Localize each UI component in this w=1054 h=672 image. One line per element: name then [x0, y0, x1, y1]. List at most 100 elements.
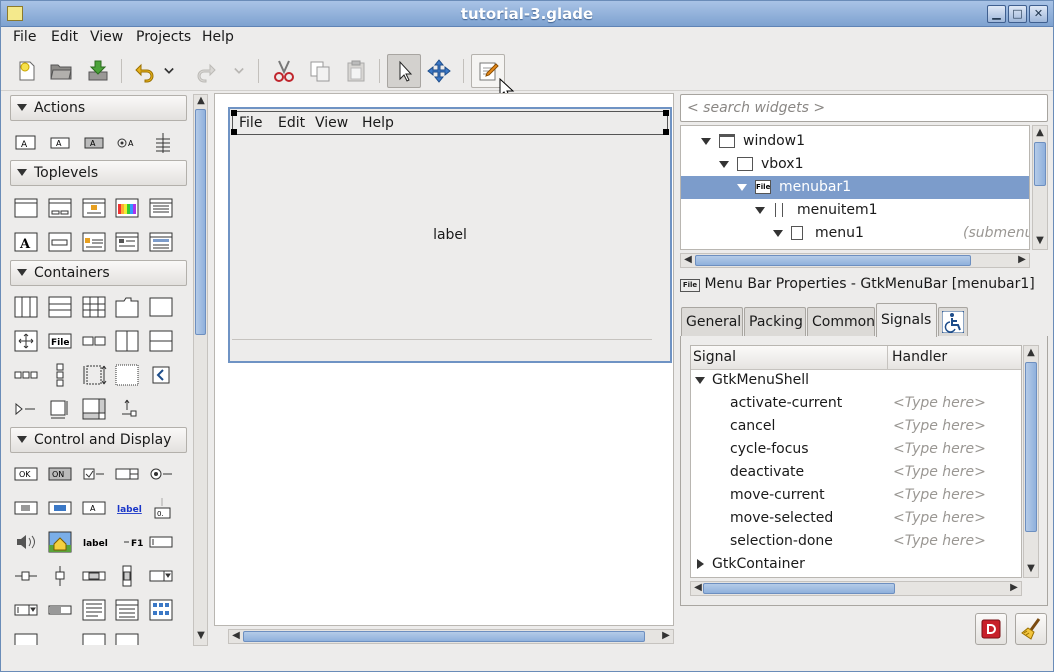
- window-widget-icon[interactable]: [13, 196, 39, 220]
- action-group-icon[interactable]: [150, 131, 176, 155]
- notebook-icon[interactable]: [114, 295, 140, 319]
- toggle-button-icon[interactable]: ON: [47, 462, 73, 486]
- message-dialog-icon[interactable]: [81, 230, 107, 254]
- assistant-icon[interactable]: [148, 230, 174, 254]
- tab-common[interactable]: Common: [807, 307, 875, 336]
- scale-button-icon[interactable]: 0.: [148, 496, 174, 520]
- maximize-button[interactable]: □: [1008, 5, 1027, 23]
- file-chooser-dialog-icon[interactable]: [148, 196, 174, 220]
- fixed-icon[interactable]: [13, 329, 39, 353]
- tree-row-menubar1[interactable]: File menubar1: [681, 176, 1029, 199]
- color-button-icon[interactable]: [47, 496, 73, 520]
- drag-resize-button[interactable]: [422, 54, 456, 88]
- clear-button[interactable]: [1015, 613, 1047, 645]
- layout-icon[interactable]: [81, 363, 107, 387]
- font-button-icon[interactable]: A: [81, 496, 107, 520]
- design-hscrollbar[interactable]: ◀ ▶: [228, 629, 674, 644]
- design-menu-edit[interactable]: Edit: [278, 115, 305, 131]
- menu-edit[interactable]: Edit: [51, 29, 78, 45]
- vscrollbar-icon[interactable]: [114, 564, 140, 588]
- new-button[interactable]: [10, 54, 44, 88]
- selection-handle[interactable]: [231, 110, 237, 116]
- signal-row[interactable]: move-selected <Type here>: [691, 508, 1021, 531]
- about-dialog-icon[interactable]: [81, 196, 107, 220]
- combo-entry-icon[interactable]: [13, 598, 39, 622]
- button-widget-icon[interactable]: OK: [13, 462, 39, 486]
- tree-row-vbox1[interactable]: vbox1: [681, 153, 1029, 176]
- signal-row[interactable]: cancel <Type here>: [691, 416, 1021, 439]
- handler-cell[interactable]: <Type here>: [893, 395, 986, 411]
- selection-handle[interactable]: [231, 129, 237, 135]
- redo-button[interactable]: [189, 54, 223, 88]
- tab-general[interactable]: General: [681, 307, 743, 336]
- spin-button-icon[interactable]: [114, 462, 140, 486]
- ruler-icon[interactable]: [114, 632, 140, 645]
- tree-view-icon[interactable]: [114, 598, 140, 622]
- signals-vscrollbar[interactable]: ▲ ▼: [1023, 345, 1039, 578]
- cell-view-icon[interactable]: [81, 632, 107, 645]
- hbox-icon[interactable]: [13, 295, 39, 319]
- column-handler[interactable]: Handler: [887, 346, 947, 370]
- recent-chooser-dialog-icon[interactable]: [114, 230, 140, 254]
- text-view-icon[interactable]: [81, 598, 107, 622]
- signal-row[interactable]: selection-done <Type here>: [691, 531, 1021, 554]
- selection-handle[interactable]: [663, 110, 669, 116]
- design-menu-view[interactable]: View: [315, 115, 348, 131]
- expander-icon[interactable]: [13, 397, 39, 421]
- design-menubar1[interactable]: File Edit View Help: [232, 111, 668, 135]
- vbutton-box-icon[interactable]: [47, 363, 73, 387]
- vscale-icon[interactable]: [47, 564, 73, 588]
- menu-help[interactable]: Help: [202, 29, 234, 45]
- input-dialog-icon[interactable]: [47, 230, 73, 254]
- title-bar[interactable]: tutorial-3.glade ▁ □ ✕: [1, 1, 1053, 27]
- recent-action-icon[interactable]: A: [114, 131, 140, 155]
- tab-accessibility[interactable]: [938, 307, 968, 336]
- column-signal[interactable]: Signal: [693, 349, 736, 365]
- tree-hscrollbar[interactable]: ◀ ▶: [680, 253, 1030, 268]
- signals-hscrollbar[interactable]: ◀ ▶: [690, 581, 1022, 596]
- tree-row-menu1[interactable]: menu1 (submenu: [681, 222, 1029, 245]
- entry-widget-icon[interactable]: [148, 530, 174, 554]
- radio-action-icon[interactable]: A: [81, 131, 107, 155]
- hbutton-box-icon[interactable]: [13, 363, 39, 387]
- undo-history-button[interactable]: [159, 54, 179, 88]
- undo-button[interactable]: [128, 54, 162, 88]
- devhelp-button[interactable]: [975, 613, 1007, 645]
- calendar-icon[interactable]: [13, 632, 39, 645]
- handler-cell[interactable]: <Type here>: [893, 487, 986, 503]
- table-icon[interactable]: [81, 295, 107, 319]
- combo-box-icon[interactable]: [148, 564, 174, 588]
- signal-group-row[interactable]: GtkMenuShell: [691, 370, 1021, 393]
- image-widget-icon[interactable]: [47, 530, 73, 554]
- toggle-action-icon[interactable]: A: [47, 131, 73, 155]
- tree-row-menuitem1[interactable]: menuitem1: [681, 199, 1029, 222]
- redo-history-button[interactable]: [229, 54, 249, 88]
- radio-button-icon[interactable]: [148, 462, 174, 486]
- minimize-button[interactable]: ▁: [987, 5, 1006, 23]
- progress-bar-icon[interactable]: [47, 598, 73, 622]
- handler-cell[interactable]: <Type here>: [893, 441, 986, 457]
- vpaned-icon[interactable]: [148, 329, 174, 353]
- signal-row[interactable]: deactivate <Type here>: [691, 462, 1021, 485]
- toolbar-widget-icon[interactable]: [81, 329, 107, 353]
- event-box-icon[interactable]: [148, 363, 174, 387]
- handler-cell[interactable]: <Type here>: [893, 464, 986, 480]
- hpaned-icon[interactable]: [114, 329, 140, 353]
- icon-view-icon[interactable]: [148, 598, 174, 622]
- signal-row[interactable]: cycle-focus <Type here>: [691, 439, 1021, 462]
- check-button-icon[interactable]: [81, 462, 107, 486]
- label-widget-icon[interactable]: label: [81, 530, 115, 554]
- palette-group-containers[interactable]: Containers: [10, 260, 187, 286]
- palette-group-control-display[interactable]: Control and Display: [10, 427, 187, 453]
- select-pointer-button[interactable]: [387, 54, 421, 88]
- tree-row-window1[interactable]: window1: [681, 130, 1029, 153]
- signal-group-row[interactable]: GtkContainer: [691, 554, 1021, 577]
- palette-group-toplevels[interactable]: Toplevels: [10, 160, 187, 186]
- drag-handle-icon[interactable]: [114, 397, 140, 421]
- design-menu-file[interactable]: File: [239, 115, 262, 131]
- copy-button[interactable]: [303, 54, 337, 88]
- tab-signals[interactable]: Signals: [876, 303, 937, 337]
- cut-button[interactable]: [267, 54, 301, 88]
- viewport-icon[interactable]: [47, 397, 73, 421]
- action-widget-icon[interactable]: A: [13, 131, 39, 155]
